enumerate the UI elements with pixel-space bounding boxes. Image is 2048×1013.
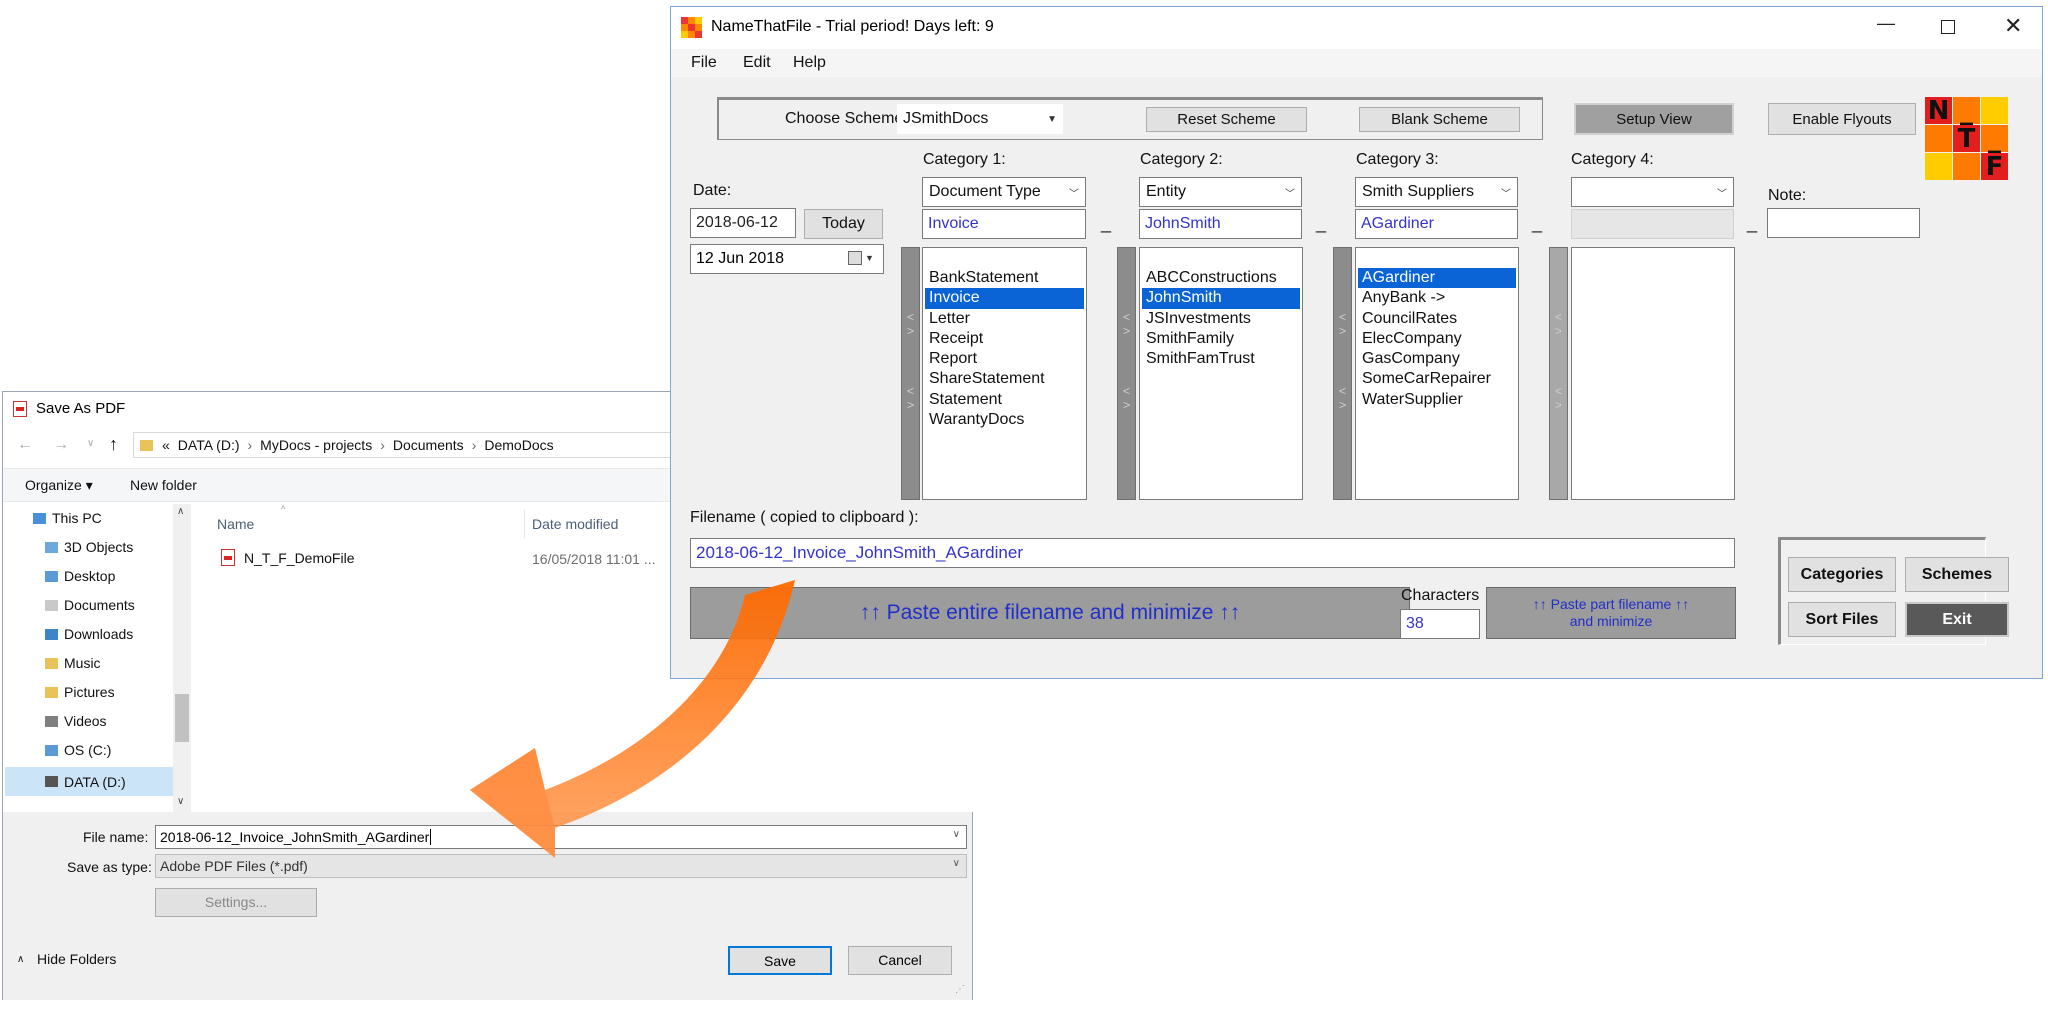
arrow-head [470,748,555,858]
orange-curved-arrow [470,580,795,858]
